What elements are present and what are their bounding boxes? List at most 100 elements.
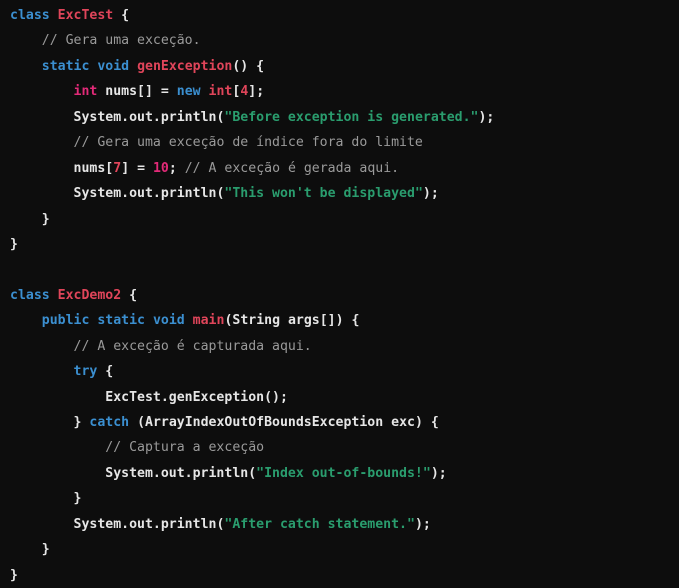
code-token-kw: static xyxy=(97,313,145,329)
code-token-type: ExcDemo2 xyxy=(57,287,122,303)
code-token-cmt: // Gera uma exceção de índice fora do li… xyxy=(73,135,423,151)
code-token-pl: System.out.println( xyxy=(73,516,225,532)
code-token-cmt: // Captura a exceção xyxy=(105,440,265,456)
code-line: ExcTest.genException(); xyxy=(10,385,679,410)
code-token-pl: ); xyxy=(414,516,431,532)
code-token-pl: } xyxy=(41,542,50,558)
code-token-str: "After catch statement." xyxy=(224,516,415,532)
code-line: } catch (ArrayIndexOutOfBoundsException … xyxy=(10,410,679,435)
code-line: System.out.println("This won't be displa… xyxy=(10,181,679,206)
code-line: public static void main(String args[]) { xyxy=(10,308,679,333)
code-token-str: "Index out-of-bounds!" xyxy=(256,465,431,481)
code-token-type: genException xyxy=(137,58,233,74)
code-token-pl: System.out.println( xyxy=(73,186,225,202)
code-token-pl: ); xyxy=(478,109,495,125)
code-line: static void genException() { xyxy=(10,54,679,79)
code-line: // Captura a exceção xyxy=(10,435,679,460)
code-token-prim: 10 xyxy=(152,160,169,176)
code-token-kw: public xyxy=(41,313,90,329)
code-token-kw: new xyxy=(176,84,201,100)
code-token-pl: nums[] = xyxy=(97,84,177,100)
code-token-type: ExcTest xyxy=(57,8,114,23)
code-token-pl: ExcTest.genException(); xyxy=(105,389,288,405)
code-token-pl: } xyxy=(73,415,90,430)
code-token-pl: (ArrayIndexOutOfBoundsException exc) { xyxy=(129,415,439,430)
code-token-kw: void xyxy=(97,58,130,74)
code-token-pl: (String args[]) { xyxy=(224,313,360,329)
code-token-kw: void xyxy=(152,313,185,329)
code-token-pl: () { xyxy=(232,58,265,74)
code-token-kw: try xyxy=(73,364,98,380)
code-token-cmt: // A exceção é gerada aqui. xyxy=(184,160,400,176)
code-token-kw: catch xyxy=(89,415,130,430)
code-token-kw: static xyxy=(41,58,90,74)
code-line: try { xyxy=(10,359,679,384)
code-token-pl: ]; xyxy=(248,84,265,100)
code-token-pl: System.out.println( xyxy=(105,465,257,481)
code-token-str: "This won't be displayed" xyxy=(224,186,423,202)
code-line: class ExcDemo2 { xyxy=(10,283,679,308)
code-token-str: "Before exception is generated." xyxy=(224,109,479,125)
code-line: System.out.println("After catch statemen… xyxy=(10,512,679,537)
code-line: int nums[] = new int[4]; xyxy=(10,79,679,104)
code-token-pl: } xyxy=(10,236,18,252)
code-token-kw: class xyxy=(10,287,50,303)
code-token-pl: { xyxy=(121,287,138,303)
code-token-pl: } xyxy=(41,211,50,227)
code-line: } xyxy=(10,207,679,232)
code-line: } xyxy=(10,563,679,588)
code-token-pl: System.out.println( xyxy=(73,109,225,125)
code-line: // Gera uma exceção de índice fora do li… xyxy=(10,130,679,155)
code-token-pl: } xyxy=(10,567,18,583)
code-token-pl: nums[ xyxy=(73,160,114,176)
code-line: System.out.println("Index out-of-bounds!… xyxy=(10,461,679,486)
code-line: // A exceção é capturada aqui. xyxy=(10,334,679,359)
code-token-pl: { xyxy=(97,364,114,380)
code-token-cmt: // A exceção é capturada aqui. xyxy=(73,338,312,354)
code-token-type: int xyxy=(208,84,233,100)
code-line: nums[7] = 10; // A exceção é gerada aqui… xyxy=(10,156,679,181)
code-token-type: 7 xyxy=(113,160,122,176)
code-editor-viewport[interactable]: class ExcTest { // Gera uma exceção. sta… xyxy=(0,0,679,588)
code-token-pl: ; xyxy=(168,160,185,176)
code-line: } xyxy=(10,537,679,562)
code-line: } xyxy=(10,486,679,511)
code-token-pl: ); xyxy=(422,186,439,202)
code-token-prim: int xyxy=(73,84,98,100)
code-token-pl: ] = xyxy=(121,160,153,176)
code-token-pl: } xyxy=(73,491,82,507)
code-line: } xyxy=(10,232,679,257)
code-line: class ExcTest { xyxy=(10,3,679,28)
code-line: // Gera uma exceção. xyxy=(10,28,679,53)
code-token-cmt: // Gera uma exceção. xyxy=(41,33,201,49)
code-token-kw: class xyxy=(10,8,50,23)
code-line: System.out.println("Before exception is … xyxy=(10,105,679,130)
code-token-pl: { xyxy=(113,8,130,23)
code-token-pl: ); xyxy=(430,465,447,481)
